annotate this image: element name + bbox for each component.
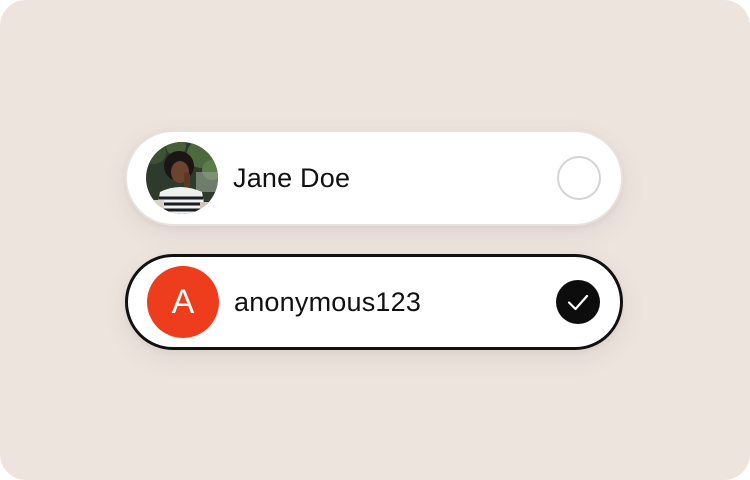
avatar-initial: A <box>147 266 219 338</box>
account-option-anonymous123[interactable]: A anonymous123 <box>125 254 623 350</box>
checkmark-icon <box>567 294 589 311</box>
account-picker-panel: Jane Doe A anonymous123 <box>0 0 750 480</box>
account-name: anonymous123 <box>234 286 422 317</box>
account-option-jane-doe[interactable]: Jane Doe <box>125 130 623 226</box>
check-circle-icon[interactable] <box>556 280 600 324</box>
avatar-photo <box>146 142 218 214</box>
empty-radio-icon[interactable] <box>557 156 601 200</box>
account-name: Jane Doe <box>233 162 351 193</box>
avatar-initial-letter: A <box>171 282 195 321</box>
